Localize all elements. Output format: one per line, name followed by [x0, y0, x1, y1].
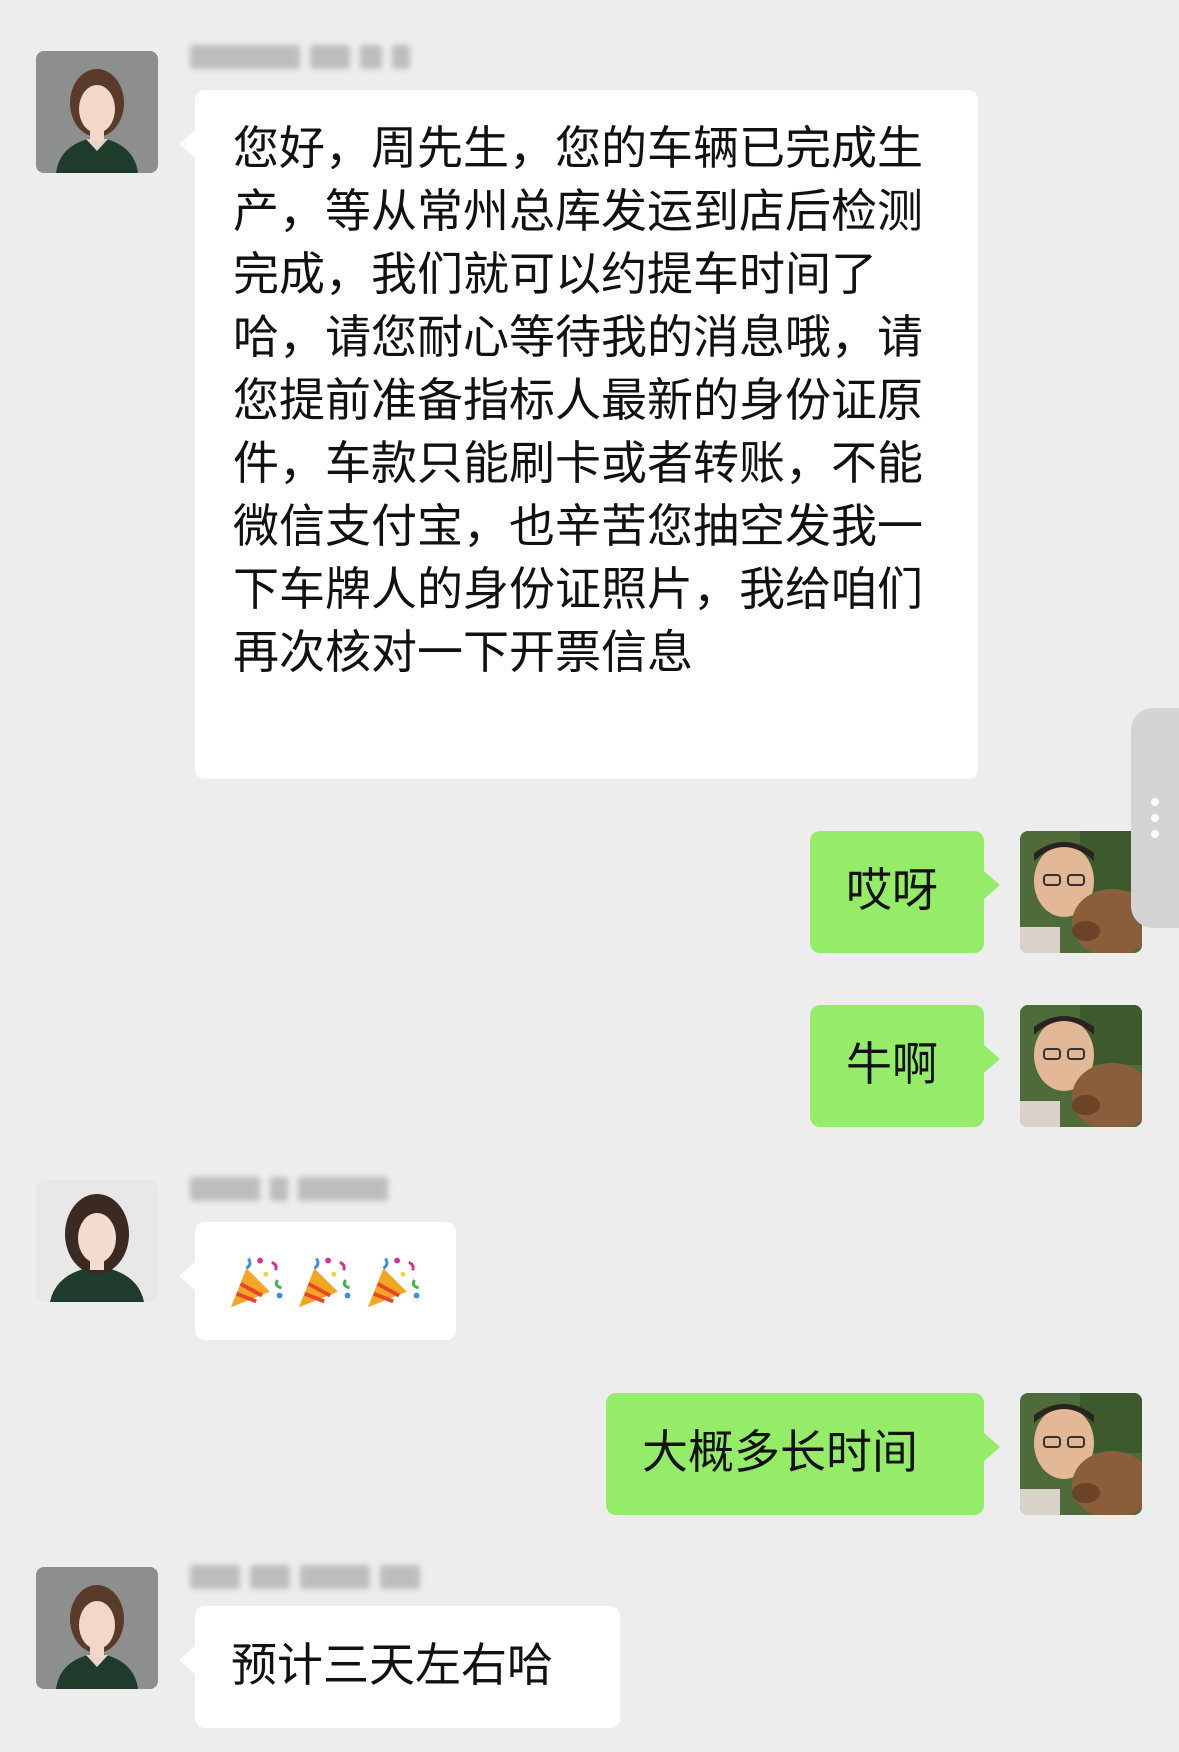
party-popper-icon: [230, 1257, 283, 1308]
more-dots-icon: [1151, 814, 1159, 822]
agent-avatar[interactable]: [36, 1180, 158, 1302]
agent-avatar-image: [36, 51, 158, 173]
my-avatar-image: [1020, 1393, 1142, 1515]
message-text: 牛啊: [846, 1037, 938, 1091]
my-avatar-image: [1020, 1005, 1142, 1127]
my-avatar[interactable]: [1020, 1005, 1142, 1127]
message-bubble-outgoing[interactable]: 大概多长时间: [606, 1393, 1000, 1515]
message-bubble-incoming[interactable]: 您好，周先生，您的车辆已完成生产，等从常州总库发运到店后检测完成，我们就可以约提…: [179, 90, 978, 779]
chat-message-list[interactable]: 您好，周先生，您的车辆已完成生产，等从常州总库发运到店后检测完成，我们就可以约提…: [0, 0, 1179, 1752]
party-popper-icon: [367, 1257, 420, 1308]
my-avatar[interactable]: [1020, 1393, 1142, 1515]
message-text: 预计三天左右哈: [231, 1638, 553, 1692]
message-text: 大概多长时间: [642, 1425, 918, 1479]
message-bubble-incoming[interactable]: 预计三天左右哈: [179, 1606, 620, 1728]
message-bubble-outgoing[interactable]: 哎呀: [810, 831, 1000, 953]
message-text: 您好，周先生，您的车辆已完成生产，等从常州总库发运到店后检测完成，我们就可以约提…: [233, 121, 923, 679]
my-avatar[interactable]: [1020, 831, 1142, 953]
side-floating-handle[interactable]: [1131, 708, 1179, 928]
agent-avatar[interactable]: [36, 1567, 158, 1689]
message-bubble-outgoing[interactable]: 牛啊: [810, 1005, 1000, 1127]
agent-avatar-image: [36, 1180, 158, 1302]
more-dots-icon: [1151, 830, 1159, 838]
emoji-row: [227, 1246, 424, 1316]
sender-name-redacted: [190, 1560, 420, 1594]
message-bubble-incoming[interactable]: [179, 1222, 456, 1340]
sender-name-redacted: [190, 40, 410, 74]
more-dots-icon: [1151, 798, 1159, 806]
agent-avatar[interactable]: [36, 51, 158, 173]
message-text: 哎呀: [846, 863, 938, 917]
party-popper-icon: [299, 1257, 351, 1308]
agent-avatar-image: [36, 1567, 158, 1689]
sender-name-redacted: [190, 1172, 388, 1206]
my-avatar-image: [1020, 831, 1142, 953]
